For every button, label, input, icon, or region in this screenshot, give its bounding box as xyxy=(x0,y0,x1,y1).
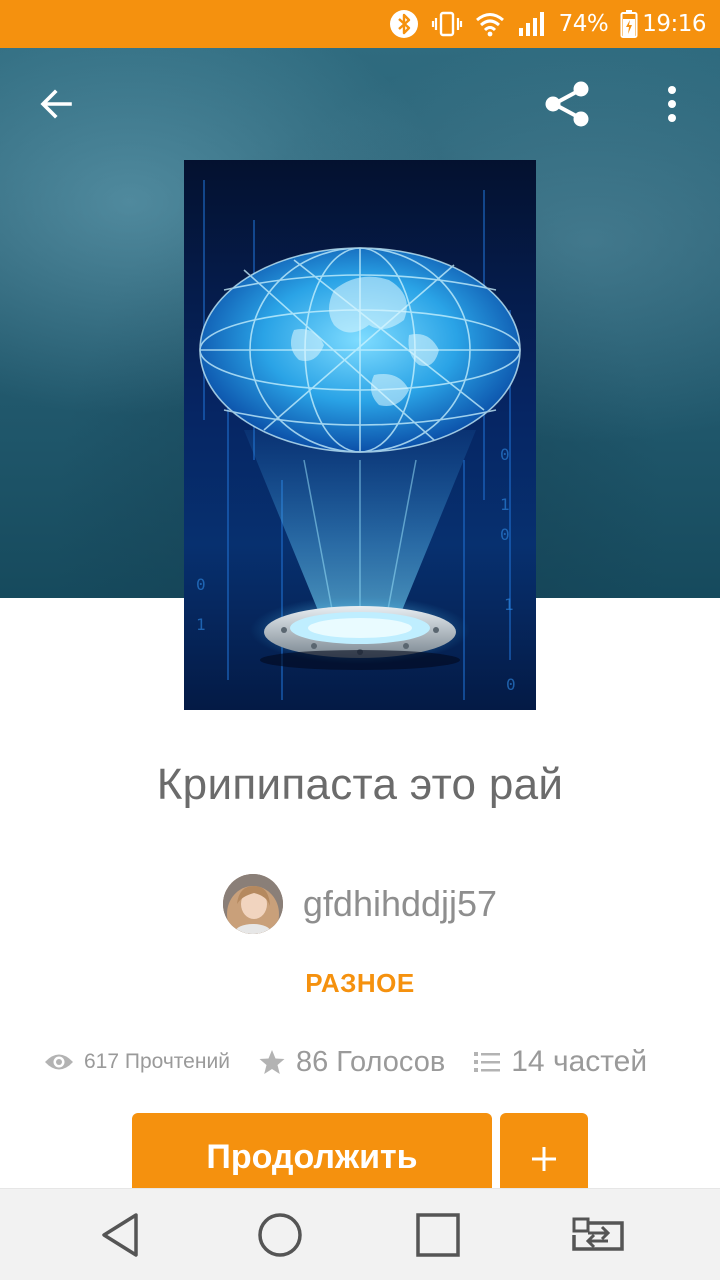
nav-recent-apps-icon xyxy=(416,1213,460,1257)
status-bar: 74% 19:16 xyxy=(0,0,720,48)
story-stats: 617 Прочтений 86 Голосов 14 частей xyxy=(44,1036,684,1088)
battery-charging-icon xyxy=(620,9,638,39)
bluetooth-icon xyxy=(389,9,419,39)
vibrate-icon xyxy=(431,10,463,38)
svg-text:0: 0 xyxy=(500,445,510,464)
wifi-icon xyxy=(475,11,505,37)
author-avatar[interactable] xyxy=(222,874,283,934)
back-button[interactable] xyxy=(24,72,88,136)
parts-count: 14 частей xyxy=(511,1045,648,1078)
nav-switch-icon xyxy=(572,1217,624,1251)
share-button[interactable] xyxy=(536,72,600,136)
story-title: Крипипаста это рай xyxy=(156,760,564,809)
star-icon xyxy=(258,1048,286,1076)
share-icon xyxy=(545,81,589,127)
author-name[interactable]: gfdhihddjj57 xyxy=(303,883,497,925)
author-row[interactable]: gfdhihddjj57 xyxy=(0,874,720,934)
parts-stat: 14 частей xyxy=(473,1045,647,1079)
category-label[interactable]: РАЗНОЕ xyxy=(0,968,720,999)
plus-icon xyxy=(532,1147,556,1171)
votes-count: 86 Голосов xyxy=(295,1045,446,1078)
svg-text:0: 0 xyxy=(196,575,206,594)
list-icon xyxy=(473,1050,501,1074)
back-arrow-icon xyxy=(40,89,72,119)
story-cover-image[interactable]: 0 1 0 1 0 0 1 xyxy=(184,160,536,710)
reads-stat: 617 Прочтений xyxy=(44,1050,230,1074)
nav-home-button[interactable] xyxy=(248,1203,312,1267)
top-toolbar xyxy=(0,48,720,160)
clock: 19:16 xyxy=(642,11,706,37)
battery-percent: 74% xyxy=(558,11,609,37)
svg-text:1: 1 xyxy=(500,495,510,514)
eye-icon xyxy=(44,1051,74,1073)
svg-text:1: 1 xyxy=(196,615,206,634)
svg-text:0: 0 xyxy=(506,675,516,694)
nav-recent-apps-button[interactable] xyxy=(406,1203,470,1267)
reads-count: 617 Прочтений xyxy=(84,1050,230,1073)
nav-switch-button[interactable] xyxy=(566,1203,630,1267)
svg-text:1: 1 xyxy=(504,595,514,614)
more-options-button[interactable] xyxy=(640,72,704,136)
system-navigation-bar xyxy=(0,1188,720,1280)
votes-stat: 86 Голосов xyxy=(258,1046,445,1079)
more-vertical-icon xyxy=(668,86,676,122)
nav-home-icon xyxy=(258,1213,302,1257)
nav-back-icon xyxy=(102,1213,138,1257)
signal-icon xyxy=(517,10,547,38)
nav-back-button[interactable] xyxy=(88,1203,152,1267)
svg-text:0: 0 xyxy=(500,525,510,544)
